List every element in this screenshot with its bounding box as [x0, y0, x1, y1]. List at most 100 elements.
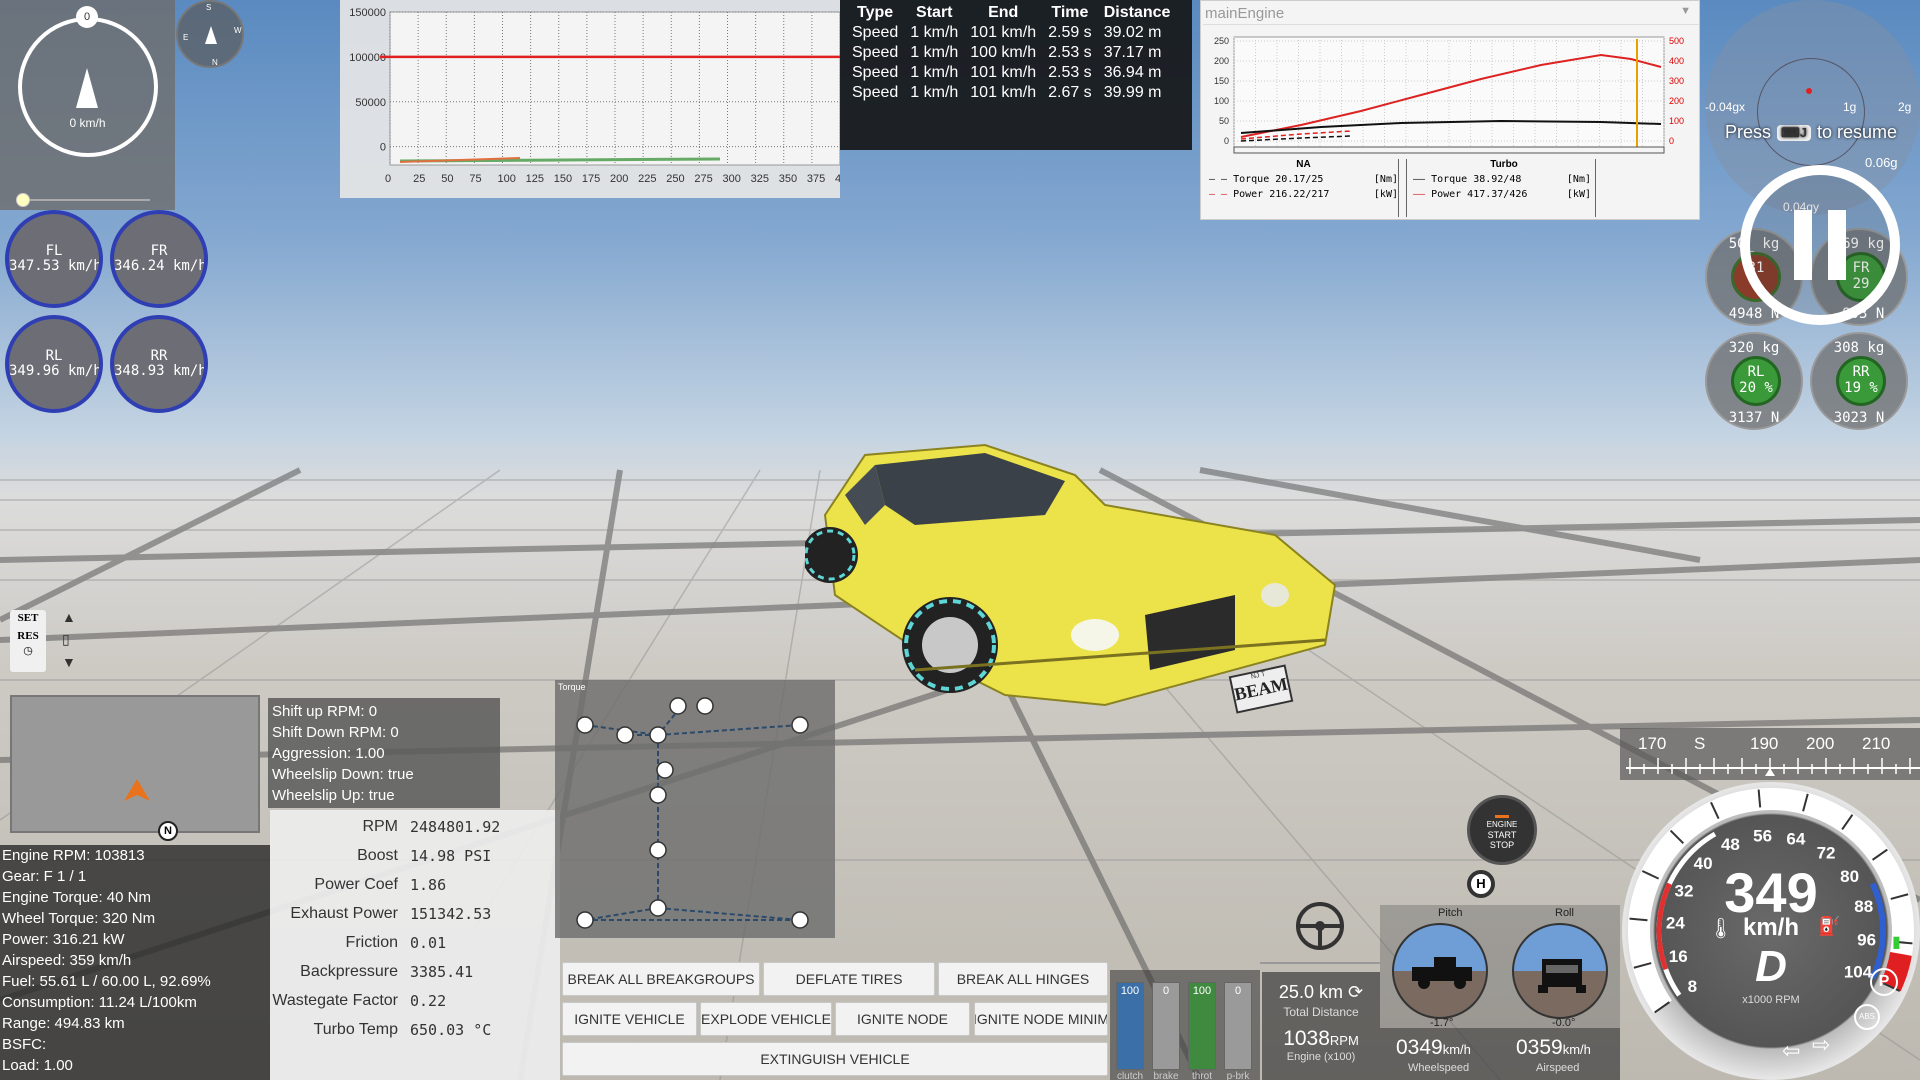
turbo-prop-value: 0.22: [410, 991, 447, 1010]
speed-readouts: 0349km/h Wheelspeed 0359km/h Airspeed: [1380, 1028, 1620, 1080]
cruise-speed-icon: ◷: [23, 645, 33, 657]
graph-x-tick: 125: [526, 173, 544, 185]
pause-press-text: Press: [1725, 122, 1772, 142]
turbo-prop-value: 0.01: [410, 933, 447, 952]
engine-left-tick: 200: [1214, 56, 1229, 66]
wheel-rl-speed: RL 349.96 km/h: [5, 315, 103, 413]
heading-pointer-icon: [1765, 768, 1775, 776]
graph-x-tick: 375: [807, 173, 825, 185]
explode-vehicle-button[interactable]: EXPLODE VEHICLE: [700, 1002, 832, 1036]
turbo-prop-row: Backpressure 3385.41: [270, 957, 560, 986]
engine-start-line1: ENGINE: [1486, 820, 1518, 829]
speedometer: 8 16 24 32 40 48 56 64 72 80 88 96 104 349 km/h D x1…: [1622, 782, 1920, 1080]
table-row: Speed 1 km/h 100 km/h 2.53 s 37.17 m: [846, 43, 1176, 63]
na-title: NA: [1296, 159, 1311, 170]
ignite-node-button[interactable]: IGNITE NODE: [835, 1002, 970, 1036]
runs-header-time: Time: [1051, 4, 1089, 21]
player-arrow-icon: [124, 779, 150, 801]
minimap-north-icon: N: [158, 821, 178, 841]
gforce-bottom-label: 0.06g: [1865, 155, 1898, 170]
turbo-properties-panel: RPM 2484801.92 Boost 14.98 PSI Power Coef 1.8…: [270, 810, 560, 1080]
handbrake-icon[interactable]: H: [1467, 870, 1495, 898]
zoom-slider-track[interactable]: [20, 199, 150, 201]
compass-north-value: 0: [76, 6, 98, 28]
pause-icon[interactable]: [1740, 165, 1900, 325]
engine-select-value: mainEngine: [1205, 5, 1285, 22]
runs-cell: 39.02 m: [1103, 24, 1162, 41]
cruise-arrows[interactable]: ▲ ▯ ▼: [62, 606, 76, 673]
heading-arrow-icon: [76, 68, 98, 108]
turbo-prop-row: Boost 14.98 PSI: [270, 841, 560, 870]
engine-rpm-unit: RPM: [1329, 1033, 1359, 1048]
runs-table: Type Start End Time Distance Speed 1 km/h 101 …: [846, 3, 1176, 103]
wheelslip-down: Wheelslip Down: true: [272, 766, 414, 783]
break-all-hinges-button[interactable]: BREAK ALL HINGES: [938, 962, 1108, 996]
runs-cell: 1 km/h: [910, 44, 959, 61]
navigation-compass-panel: 0 0 km/h: [0, 0, 175, 210]
engine-start-line3: STOP: [1489, 840, 1515, 850]
parking-brake-icon: P: [1870, 968, 1898, 996]
runs-cell: 101 km/h: [970, 84, 1037, 101]
input-bar-label: throt: [1191, 1071, 1212, 1080]
vehicle-stats-panel: Engine RPM: 103813 Gear: F 1 / 1 Engine To…: [0, 845, 270, 1080]
wheelspeed-unit: km/h: [1442, 1042, 1471, 1057]
refresh-icon[interactable]: ⟳: [1348, 982, 1363, 1002]
break-all-breakgroups-button[interactable]: BREAK ALL BREAKGROUPS: [562, 962, 760, 996]
graph-x-tick: 350: [779, 173, 797, 185]
runs-cell: Speed: [852, 64, 899, 81]
cruise-res-button[interactable]: RES: [10, 624, 46, 642]
speedo-tick-label: 64: [1786, 829, 1805, 848]
speed-graph: 0 25 50 75 100 125 150 175 200 225 250 275 300 325 350…: [349, 7, 853, 185]
stat-line: Wheel Torque: 320 Nm: [2, 910, 156, 927]
cruise-set-button[interactable]: SET: [10, 610, 46, 624]
na-legend: NA — — Torque 20.17/25 [Nm] — — Power 216…: [1209, 159, 1399, 217]
zoom-slider-handle[interactable]: [16, 193, 30, 207]
turbo-prop-key: Turbo Temp: [313, 1020, 398, 1038]
graph-x-tick: 50: [441, 173, 453, 185]
minimap[interactable]: N: [10, 695, 260, 841]
engine-select[interactable]: mainEngine ▼: [1203, 5, 1699, 25]
runs-cell: 2.53 s: [1048, 44, 1092, 61]
runs-cell: 101 km/h: [970, 64, 1037, 81]
engine-start-stop-button[interactable]: ENGINE START STOP: [1467, 795, 1537, 865]
chevron-down-icon: ▼: [1680, 5, 1691, 17]
gforce-2g-label: 2g: [1898, 100, 1912, 114]
runs-header-row: Type Start End Time Distance: [846, 3, 1176, 23]
wheel-label: FR: [150, 242, 168, 259]
input-bar-value: 100: [1192, 985, 1212, 997]
aggression: Aggression: 1.00: [272, 745, 385, 762]
transmission-panel: Shift up RPM: 0 Shift Down RPM: 0 Aggres…: [268, 698, 500, 808]
na-torque: Torque 20.17/25: [1233, 174, 1324, 185]
keyboard-key-icon: ⌨J: [1777, 124, 1812, 141]
engine-left-tick: 0: [1224, 136, 1229, 146]
cruise-up-icon[interactable]: ▲: [62, 606, 76, 628]
pitch-label: Pitch: [1438, 907, 1463, 919]
turbo-prop-row: Turbo Temp 650.03 °C: [270, 1015, 560, 1044]
engine-right-tick: 100: [1669, 116, 1684, 126]
input-bar-label: clutch: [1116, 1071, 1144, 1080]
graph-x-tick: 175: [582, 173, 600, 185]
engine-right-tick: 0: [1669, 136, 1674, 146]
speedo-tick-label: 48: [1721, 835, 1740, 854]
heading-tape: 170 S 190 200 210: [1620, 728, 1920, 780]
airspeed-label: Airspeed: [1536, 1062, 1580, 1074]
game-viewport[interactable]: NJ T BEAM 0 0 km/h S E W N FL 347.53 km/h…: [0, 0, 1920, 1080]
battery-icon: ▮: [1892, 934, 1901, 951]
input-bar-throt: 100: [1188, 982, 1216, 1070]
ignite-node-minimal-button[interactable]: IGNITE NODE MINIM: [974, 1002, 1108, 1036]
graph-x-tick: 325: [751, 173, 769, 185]
extinguish-vehicle-button[interactable]: EXTINGUISH VEHICLE: [562, 1042, 1108, 1076]
runs-cell: 2.53 s: [1048, 64, 1092, 81]
torque-power-curve: 250200150100500 5004003002001000: [1214, 36, 1684, 154]
turbo-prop-row: RPM 2484801.92: [270, 812, 560, 841]
total-distance-label: Total Distance: [1283, 1005, 1359, 1019]
runs-cell: Speed: [852, 24, 899, 41]
cruise-down-icon[interactable]: ▼: [62, 651, 76, 673]
stat-line: Engine RPM: 103813: [2, 847, 145, 864]
heading-ticks: [1626, 758, 1920, 776]
ignite-vehicle-button[interactable]: IGNITE VEHICLE: [562, 1002, 697, 1036]
deflate-tires-button[interactable]: DEFLATE TIRES: [763, 962, 935, 996]
abs-icon: ABS: [1854, 1004, 1880, 1030]
wheel-load-rr: 308 kg RR 19 % 3023 N: [1810, 332, 1908, 430]
gforce-left-label: -0.04gx: [1705, 100, 1746, 114]
